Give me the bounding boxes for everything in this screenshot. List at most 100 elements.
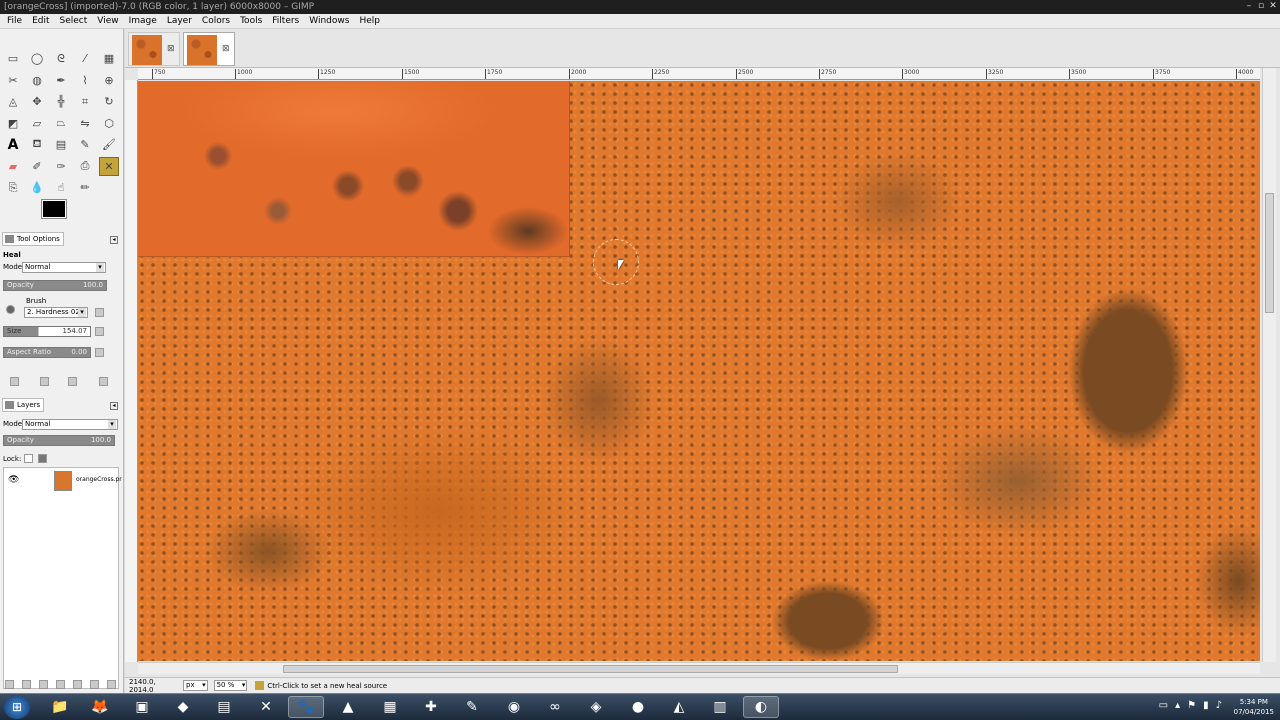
minimize-button[interactable]: – [1244,1,1254,11]
app-taskbar-icon[interactable]: ◐ [743,696,779,718]
volume-icon[interactable]: ♪ [1216,700,1222,711]
save-options-icon[interactable] [10,377,19,386]
duplicate-layer-icon[interactable] [73,680,82,689]
app-taskbar-icon[interactable]: ▲ [330,696,366,718]
airbrush-tool-icon[interactable]: ✐ [27,157,47,176]
horizontal-scrollbar[interactable] [138,662,1260,674]
ink-tool-icon[interactable]: ✑ [51,157,71,176]
menu-colors[interactable]: Colors [197,14,235,29]
new-layer-icon[interactable] [5,680,14,689]
menu-filters[interactable]: Filters [267,14,304,29]
menu-tools[interactable]: Tools [235,14,267,29]
menu-image[interactable]: Image [124,14,162,29]
aspect-ratio-slider[interactable]: Aspect Ratio 0.00 [3,347,91,358]
image-canvas[interactable] [138,81,1260,661]
close-tab-icon[interactable]: ⊠ [167,44,175,54]
delete-options-icon[interactable] [68,377,77,386]
move-tool-icon[interactable]: ✥ [27,92,47,111]
brush-select[interactable]: 2. Hardness 025 [24,307,88,318]
restore-options-icon[interactable] [40,377,49,386]
perspective-clone-tool-icon[interactable]: ⎘ [3,178,23,197]
shear-tool-icon[interactable]: ▱ [27,114,47,133]
free-select-tool-icon[interactable]: ᘓ [51,49,71,68]
rotate-tool-icon[interactable]: ↻ [99,92,119,111]
heal-tool-icon[interactable]: ✕ [99,156,119,176]
flip-tool-icon[interactable]: ⇋ [75,114,95,133]
dodge-burn-tool-icon[interactable]: ✏ [75,178,95,197]
maximize-button[interactable]: ▫ [1256,1,1266,11]
network-icon[interactable]: ▮ [1203,700,1209,711]
clone-tool-icon[interactable]: ⎙ [75,157,95,176]
opacity-slider[interactable]: Opacity 100.0 [3,280,107,291]
app-taskbar-icon[interactable]: ● [620,696,656,718]
select-by-color-tool-icon[interactable]: ▦ [99,49,119,68]
tool-options-menu-icon[interactable]: ◂ [110,236,118,244]
image-tab-2[interactable]: ⊠ [183,32,235,66]
brush-edit-icon[interactable] [95,308,104,317]
mode-select[interactable]: Normal [22,262,106,273]
vertical-scrollbar-thumb[interactable] [1265,193,1274,313]
smudge-tool-icon[interactable]: ☝ [51,178,71,197]
aspect-reset-icon[interactable] [95,348,104,357]
layer-visibility-eye-icon[interactable]: 👁 [8,475,19,485]
layers-opacity-slider[interactable]: Opacity 100.0 [3,435,115,446]
paths-tool-icon[interactable]: ✒ [51,71,71,90]
perspective-tool-icon[interactable]: ⏢ [51,114,71,133]
lower-layer-icon[interactable] [56,680,65,689]
cage-transform-tool-icon[interactable]: ⬡ [99,114,119,133]
menu-file[interactable]: File [2,14,27,29]
raise-layer-icon[interactable] [39,680,48,689]
layers-mode-select[interactable]: Normal [22,419,118,430]
image-tab-1[interactable]: ⊠ [128,32,180,66]
ellipse-select-tool-icon[interactable]: ◯ [27,49,47,68]
menu-layer[interactable]: Layer [162,14,197,29]
unit-select[interactable]: px [183,680,208,691]
menu-view[interactable]: View [92,14,123,29]
menu-help[interactable]: Help [354,14,385,29]
start-button[interactable]: ⊞ [4,696,30,719]
bucket-fill-tool-icon[interactable]: ⛾ [27,135,47,154]
size-slider[interactable]: Size 154.07 [3,326,91,337]
pencil-tool-icon[interactable]: ✎ [75,135,95,154]
tab-layers[interactable]: Layers [2,398,45,412]
lock-pixels-icon[interactable] [24,454,33,463]
app-taskbar-icon[interactable]: ▤ [206,696,242,718]
taskbar-clock[interactable]: 5:34 PM 07/04/2015 [1234,697,1274,717]
app-taskbar-icon[interactable]: ◈ [578,696,614,718]
gimp-taskbar-icon[interactable]: 🐾 [288,696,324,718]
app-taskbar-icon[interactable]: ✚ [413,696,449,718]
firefox-taskbar-icon[interactable]: 🦊 [82,696,118,718]
paintbrush-tool-icon[interactable]: 🖌 [99,135,119,154]
app-taskbar-icon[interactable]: ▦ [372,696,408,718]
size-reset-icon[interactable] [95,327,104,336]
measure-tool-icon[interactable]: ◬ [3,92,23,111]
unity-taskbar-icon[interactable]: ◭ [661,696,697,718]
menu-windows[interactable]: Windows [304,14,354,29]
scissors-tool-icon[interactable]: ✂ [3,71,23,90]
text-tool-icon[interactable]: A [3,135,23,154]
anchor-layer-icon[interactable] [90,680,99,689]
menu-select[interactable]: Select [55,14,93,29]
app-taskbar-icon[interactable]: ▥ [702,696,738,718]
foreground-select-tool-icon[interactable]: ◍ [27,71,47,90]
foreground-color-swatch[interactable] [41,199,67,219]
app-taskbar-icon[interactable]: ◆ [165,696,201,718]
new-layer-group-icon[interactable] [22,680,31,689]
horizontal-scrollbar-thumb[interactable] [283,665,898,673]
app-taskbar-icon[interactable]: ✎ [454,696,490,718]
align-tool-icon[interactable]: ╬ [51,92,71,111]
vertical-scrollbar[interactable] [1262,68,1276,662]
tray-icon[interactable]: ▭ [1159,700,1168,711]
visual-studio-taskbar-icon[interactable]: ∞ [537,696,573,718]
zoom-tool-icon[interactable]: ⊕ [99,71,119,90]
reset-options-icon[interactable] [99,377,108,386]
delete-layer-icon[interactable] [107,680,116,689]
tab-tool-options[interactable]: Tool Options [2,232,64,246]
blur-tool-icon[interactable]: 💧 [27,178,47,197]
layer-name[interactable]: orangeCross.pr [76,476,122,483]
app-taskbar-icon[interactable]: ✕ [248,696,284,718]
layers-menu-icon[interactable]: ◂ [110,402,118,410]
scale-tool-icon[interactable]: ◩ [3,114,23,133]
fuzzy-select-tool-icon[interactable]: ⁄ [75,49,95,68]
close-tab-icon[interactable]: ⊠ [222,44,230,54]
